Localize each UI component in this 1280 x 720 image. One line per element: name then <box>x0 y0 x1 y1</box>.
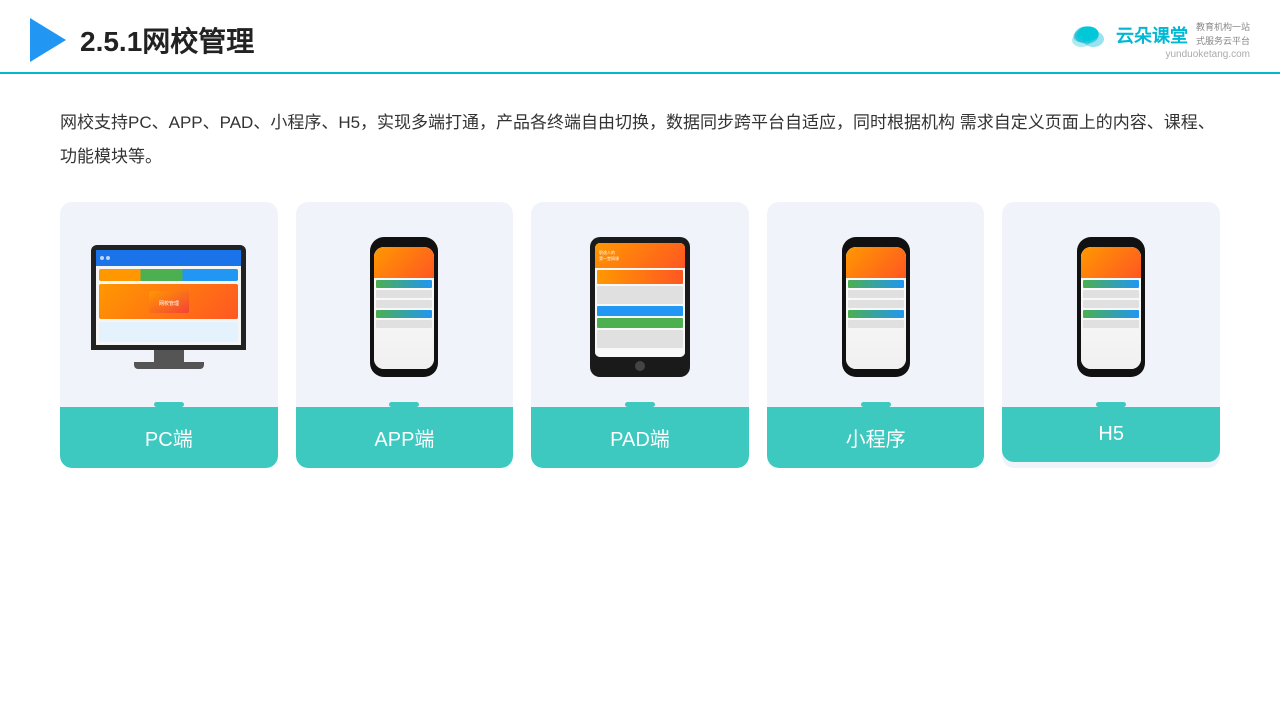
title-section: 2.5.1网校管理 <box>30 18 254 62</box>
pad-screen-text: 职途人的第一堂网课 <box>599 250 619 260</box>
h5-image-area <box>1002 202 1220 402</box>
app-block1 <box>376 280 432 288</box>
app-screen-content <box>374 247 434 369</box>
pad-tablet-screen: 职途人的第一堂网课 <box>595 243 685 357</box>
pad-block5 <box>597 330 683 348</box>
h5-phone-mockup <box>1077 237 1145 377</box>
mini-phone-screen <box>846 247 906 369</box>
cloud-icon <box>1068 21 1108 49</box>
mini-card: 小程序 <box>767 202 985 468</box>
logo-section: 云朵课堂 教育机构一站 式服务云平台 yunduoketang.com <box>1068 21 1250 60</box>
logo-top: 云朵课堂 教育机构一站 式服务云平台 <box>1068 21 1250 49</box>
pc-mockup: 网校管理 <box>91 245 246 369</box>
app-phone-mockup <box>370 237 438 377</box>
pc-screen-body: 网校管理 <box>96 266 241 345</box>
h5-screen-header <box>1081 247 1141 278</box>
app-phone-screen <box>374 247 434 369</box>
mini-block3 <box>848 300 904 308</box>
mini-image-area <box>767 202 985 402</box>
app-block2 <box>376 290 432 298</box>
mini-label: 小程序 <box>767 407 985 468</box>
pad-block3 <box>597 306 683 316</box>
dot1 <box>100 256 104 260</box>
mini-screen-body <box>846 278 906 330</box>
app-screen-body <box>374 278 434 330</box>
pc-neck <box>154 350 184 362</box>
pad-block2 <box>597 286 683 304</box>
pad-block1 <box>597 270 683 284</box>
mini-block4 <box>848 310 904 318</box>
pad-screen-content: 职途人的第一堂网课 <box>595 243 685 357</box>
pad-label: PAD端 <box>531 407 749 468</box>
cloud-logo <box>1068 21 1108 49</box>
logo-tagline-line2: 式服务云平台 <box>1196 35 1250 49</box>
app-block3 <box>376 300 432 308</box>
pad-image-area: 职途人的第一堂网课 <box>531 202 749 402</box>
description-text: 网校支持PC、APP、PAD、小程序、H5，实现多端打通，产品各终端自由切换，数… <box>60 106 1220 174</box>
mini-block2 <box>848 290 904 298</box>
pad-home-btn <box>635 361 645 371</box>
cards-row: 网校管理 PC端 <box>60 202 1220 468</box>
main-content: 网校支持PC、APP、PAD、小程序、H5，实现多端打通，产品各终端自由切换，数… <box>0 74 1280 488</box>
play-icon <box>30 18 66 62</box>
app-block4 <box>376 310 432 318</box>
logo-text: 云朵课堂 <box>1116 22 1188 48</box>
h5-card: H5 <box>1002 202 1220 468</box>
mini-block1 <box>848 280 904 288</box>
pc-monitor: 网校管理 <box>91 245 246 350</box>
pad-tablet-mockup: 职途人的第一堂网课 <box>590 237 690 377</box>
pc-image-area: 网校管理 <box>60 202 278 402</box>
page-title: 2.5.1网校管理 <box>80 20 254 60</box>
app-phone-notch <box>393 242 415 247</box>
h5-block4 <box>1083 310 1139 318</box>
logo-tagline-line1: 教育机构一站 <box>1196 21 1250 35</box>
pc-label: PC端 <box>60 407 278 468</box>
h5-block5 <box>1083 320 1139 328</box>
h5-phone-notch <box>1100 242 1122 247</box>
mini-phone-mockup <box>842 237 910 377</box>
dot2 <box>106 256 110 260</box>
mini-block5 <box>848 320 904 328</box>
app-block5 <box>376 320 432 328</box>
h5-block2 <box>1083 290 1139 298</box>
pc-illustration: 网校管理 <box>149 291 189 313</box>
pad-block4 <box>597 318 683 328</box>
mini-phone-notch <box>865 242 887 247</box>
app-card: APP端 <box>296 202 514 468</box>
pc-card: 网校管理 PC端 <box>60 202 278 468</box>
pad-screen-header: 职途人的第一堂网课 <box>595 243 685 268</box>
app-image-area <box>296 202 514 402</box>
pad-card: 职途人的第一堂网课 <box>531 202 749 468</box>
svg-text:网校管理: 网校管理 <box>159 300 179 307</box>
app-label: APP端 <box>296 407 514 468</box>
pc-row3 <box>99 322 238 342</box>
h5-screen-body <box>1081 278 1141 330</box>
mini-screen-header <box>846 247 906 278</box>
app-screen-header <box>374 247 434 278</box>
pc-row1 <box>99 269 238 281</box>
logo-url: yunduoketang.com <box>1165 49 1250 60</box>
h5-label: H5 <box>1002 407 1220 462</box>
pc-base <box>134 362 204 369</box>
h5-block1 <box>1083 280 1139 288</box>
h5-screen-content <box>1081 247 1141 369</box>
pc-screen-header <box>96 250 241 266</box>
h5-block3 <box>1083 300 1139 308</box>
pad-screen-body <box>595 268 685 357</box>
pc-screen: 网校管理 <box>96 250 241 345</box>
pc-row2: 网校管理 <box>99 284 238 319</box>
h5-phone-screen <box>1081 247 1141 369</box>
top-bar: 2.5.1网校管理 云朵课堂 教育机构一站 式服务云平台 yunduoketan… <box>0 0 1280 74</box>
mini-screen-content <box>846 247 906 369</box>
